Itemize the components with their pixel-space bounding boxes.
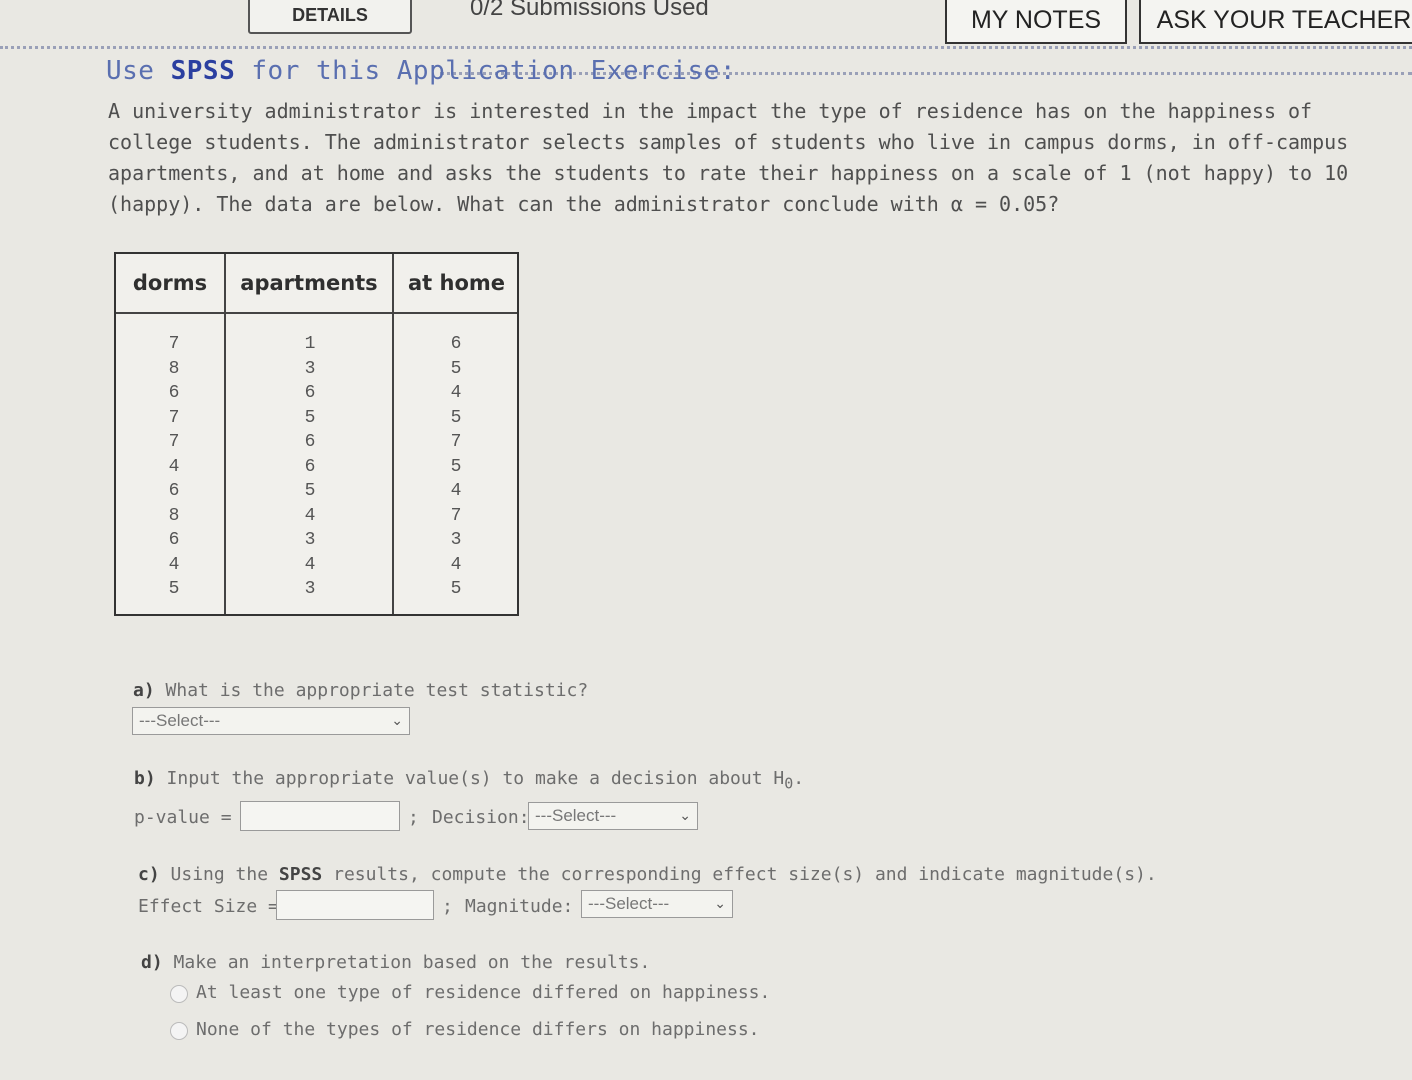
separator: ; bbox=[408, 807, 419, 828]
table-cell: 5 bbox=[304, 481, 316, 501]
radio-option-differed[interactable] bbox=[170, 985, 188, 1003]
decision-label: Decision: bbox=[432, 807, 530, 828]
radio-option-none-differ[interactable] bbox=[170, 1022, 188, 1040]
table-cell: 5 bbox=[168, 579, 180, 599]
table-cell: 5 bbox=[304, 407, 316, 428]
table-cell: 6 bbox=[304, 383, 316, 403]
table-cell: 3 bbox=[450, 530, 462, 550]
table-cell: 5 bbox=[450, 407, 462, 428]
table-cell: 6 bbox=[168, 383, 180, 403]
p-value-label: p-value = bbox=[134, 807, 232, 828]
column-header-dorms: dorms bbox=[132, 271, 208, 295]
table-cell: 4 bbox=[450, 383, 462, 403]
table-cell: 7 bbox=[450, 432, 462, 452]
divider bbox=[0, 46, 1412, 49]
table-cell: 8 bbox=[168, 358, 180, 379]
table-cell: 4 bbox=[304, 554, 316, 575]
column-at-home: 6 5 4 5 7 5 4 7 3 4 5 bbox=[426, 332, 486, 602]
table-cell: 7 bbox=[168, 407, 180, 428]
my-notes-button[interactable]: MY NOTES bbox=[945, 0, 1127, 44]
option-differed-label: At least one type of residence differed … bbox=[196, 982, 771, 1003]
submissions-count: 0/2 Submissions Used bbox=[470, 0, 709, 21]
column-header-at-home: at home bbox=[407, 271, 506, 295]
column-apartments: 1 3 6 5 6 6 5 4 3 4 3 bbox=[280, 332, 340, 602]
table-cell: 4 bbox=[168, 456, 180, 477]
magnitude-label: Magnitude: bbox=[465, 896, 574, 917]
table-cell: 3 bbox=[304, 358, 316, 379]
effect-size-label: Effect Size = bbox=[138, 896, 279, 917]
chevron-down-icon: ⌄ bbox=[679, 807, 691, 823]
table-cell: 6 bbox=[168, 530, 180, 550]
chevron-down-icon: ⌄ bbox=[391, 712, 403, 728]
problem-text: A university administrator is interested… bbox=[108, 99, 1349, 216]
table-cell: 5 bbox=[450, 456, 462, 477]
question-d: d) Make an interpretation based on the r… bbox=[141, 952, 651, 973]
table-cell: 7 bbox=[168, 432, 180, 452]
table-cell: 6 bbox=[304, 456, 316, 477]
table-cell: 5 bbox=[450, 579, 462, 599]
top-toolbar: DETAILS 0/2 Submissions Used MY NOTES AS… bbox=[0, 0, 1412, 50]
table-cell: 5 bbox=[450, 358, 462, 379]
decision-select[interactable]: ---Select--- ⌄ bbox=[528, 802, 698, 830]
table-cell: 6 bbox=[450, 334, 462, 354]
table-cell: 4 bbox=[168, 554, 180, 575]
details-button[interactable]: DETAILS bbox=[248, 0, 412, 34]
question-b: b) Input the appropriate value(s) to mak… bbox=[134, 768, 805, 793]
table-cell: 3 bbox=[304, 530, 316, 550]
table-cell: 3 bbox=[304, 579, 316, 599]
separator: ; bbox=[442, 896, 453, 917]
table-cell: 4 bbox=[450, 554, 462, 575]
effect-size-input[interactable] bbox=[276, 890, 434, 920]
details-label: DETAILS bbox=[292, 5, 368, 25]
question-a: a) What is the appropriate test statisti… bbox=[133, 680, 589, 701]
table-cell: 7 bbox=[450, 505, 462, 526]
question-c: c) Using the SPSS results, compute the c… bbox=[138, 864, 1157, 885]
table-cell: 4 bbox=[304, 505, 316, 526]
table-cell: 6 bbox=[304, 432, 316, 452]
table-cell: 7 bbox=[168, 334, 180, 354]
table-cell: 1 bbox=[304, 334, 316, 354]
column-header-apartments: apartments bbox=[240, 271, 378, 295]
table-cell: 6 bbox=[168, 481, 180, 501]
chevron-down-icon: ⌄ bbox=[714, 895, 726, 911]
column-dorms: 7 8 6 7 7 4 6 8 6 4 5 bbox=[144, 332, 204, 602]
p-value-input[interactable] bbox=[240, 801, 400, 831]
exercise-heading: Use SPSS for this Application Exercise: bbox=[106, 56, 737, 86]
table-cell: 4 bbox=[450, 481, 462, 501]
magnitude-select[interactable]: ---Select--- ⌄ bbox=[581, 890, 733, 918]
table-cell: 8 bbox=[168, 505, 180, 526]
option-none-differ-label: None of the types of residence differs o… bbox=[196, 1019, 760, 1040]
ask-teacher-button[interactable]: ASK YOUR TEACHER bbox=[1139, 0, 1412, 44]
data-table: dorms apartments at home 78677468645 136… bbox=[114, 252, 519, 616]
test-statistic-select[interactable]: ---Select--- ⌄ bbox=[132, 707, 410, 735]
